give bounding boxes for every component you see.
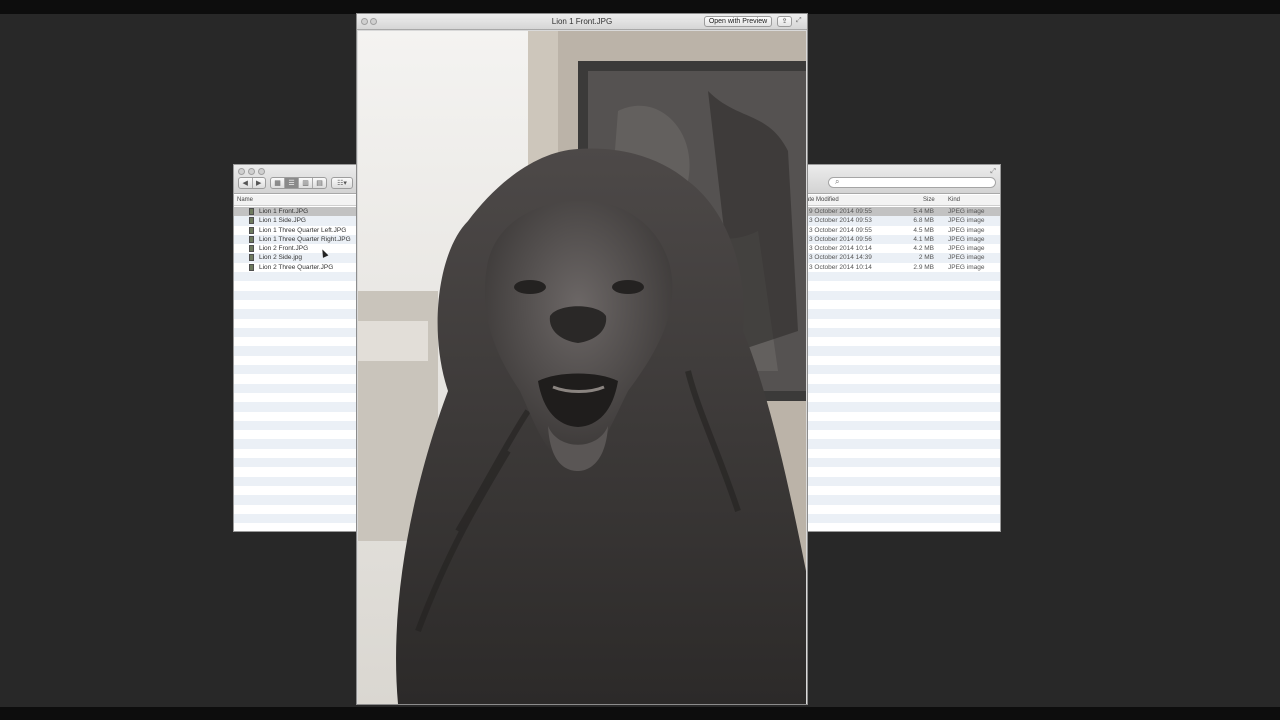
file-size: 4.1 MB bbox=[913, 235, 934, 243]
file-date: 3 October 2014 09:53 bbox=[809, 217, 872, 225]
file-kind: JPEG image bbox=[948, 235, 985, 243]
jpeg-file-icon bbox=[249, 254, 254, 262]
file-date: 3 October 2014 14:39 bbox=[809, 254, 872, 262]
minimize-button[interactable] bbox=[248, 168, 255, 175]
search-input[interactable]: ⌕ bbox=[828, 177, 996, 188]
back-button[interactable]: ◀ bbox=[239, 178, 253, 188]
jpeg-file-icon bbox=[249, 217, 254, 225]
column-view-button[interactable]: ▥ bbox=[299, 178, 313, 188]
file-size: 2 MB bbox=[918, 254, 934, 262]
view-mode-control: ▦ ☰ ▥ ▤ bbox=[270, 177, 327, 189]
jpeg-file-icon bbox=[249, 226, 254, 234]
close-button[interactable] bbox=[238, 168, 245, 175]
file-name: Lion 1 Three Quarter Left.JPG bbox=[259, 226, 347, 234]
file-name: Lion 1 Front.JPG bbox=[259, 208, 309, 215]
file-size: 6.8 MB bbox=[913, 217, 934, 225]
list-view-button[interactable]: ☰ bbox=[285, 178, 299, 188]
share-icon[interactable]: ⇪ bbox=[777, 16, 792, 27]
fullscreen-icon[interactable]: ⤢ bbox=[796, 17, 802, 25]
screen-top-bar bbox=[0, 0, 1280, 14]
jpeg-file-icon bbox=[249, 263, 254, 271]
file-kind: JPEG image bbox=[948, 245, 985, 253]
file-name: Lion 1 Three Quarter Right.JPG bbox=[259, 235, 351, 243]
file-kind: JPEG image bbox=[948, 226, 985, 234]
coverflow-view-button[interactable]: ▤ bbox=[313, 178, 326, 188]
screen-bottom-bar bbox=[0, 707, 1280, 720]
file-kind: JPEG image bbox=[948, 254, 985, 262]
quicklook-titlebar: Lion 1 Front.JPG Open with Preview ⇪ ⤢ bbox=[357, 14, 807, 30]
jpeg-file-icon bbox=[249, 245, 254, 253]
file-name: Lion 2 Side.jpg bbox=[259, 254, 303, 262]
search-icon: ⌕ bbox=[835, 177, 840, 186]
file-date: 3 October 2014 09:55 bbox=[809, 226, 872, 234]
resize-icon[interactable]: ⤢ bbox=[990, 168, 996, 176]
file-kind: JPEG image bbox=[948, 217, 985, 225]
file-date: 3 October 2014 10:14 bbox=[809, 263, 872, 271]
jpeg-file-icon bbox=[249, 208, 254, 215]
open-with-preview-button[interactable]: Open with Preview bbox=[704, 16, 772, 27]
file-kind: JPEG image bbox=[948, 208, 985, 215]
jpeg-file-icon bbox=[249, 235, 254, 243]
file-size: 2.9 MB bbox=[913, 263, 934, 271]
file-date: 3 October 2014 09:56 bbox=[809, 235, 872, 243]
column-size[interactable]: Size bbox=[923, 197, 935, 203]
quicklook-window: Lion 1 Front.JPG Open with Preview ⇪ ⤢ bbox=[356, 13, 808, 705]
column-date-modified[interactable]: ate Modified bbox=[806, 197, 839, 203]
zoom-button[interactable] bbox=[258, 168, 265, 175]
column-kind[interactable]: Kind bbox=[948, 197, 960, 203]
arrange-button[interactable]: ☷▾ bbox=[332, 178, 352, 188]
file-size: 4.2 MB bbox=[913, 245, 934, 253]
file-date: 3 October 2014 10:14 bbox=[809, 245, 872, 253]
file-name: Lion 2 Three Quarter.JPG bbox=[259, 263, 334, 271]
column-name[interactable]: Name bbox=[237, 197, 253, 203]
forward-button[interactable]: ▶ bbox=[253, 178, 266, 188]
file-size: 4.5 MB bbox=[913, 226, 934, 234]
file-name: Lion 2 Front.JPG bbox=[259, 245, 309, 253]
file-kind: JPEG image bbox=[948, 263, 985, 271]
file-size: 5.4 MB bbox=[913, 208, 934, 215]
icon-view-button[interactable]: ▦ bbox=[271, 178, 285, 188]
file-date: 9 October 2014 09:55 bbox=[809, 208, 872, 215]
file-name: Lion 1 Side.JPG bbox=[259, 217, 306, 225]
lion-photo bbox=[358, 31, 806, 704]
back-forward-control: ◀ ▶ bbox=[238, 177, 266, 189]
arrange-control: ☷▾ bbox=[331, 177, 353, 189]
